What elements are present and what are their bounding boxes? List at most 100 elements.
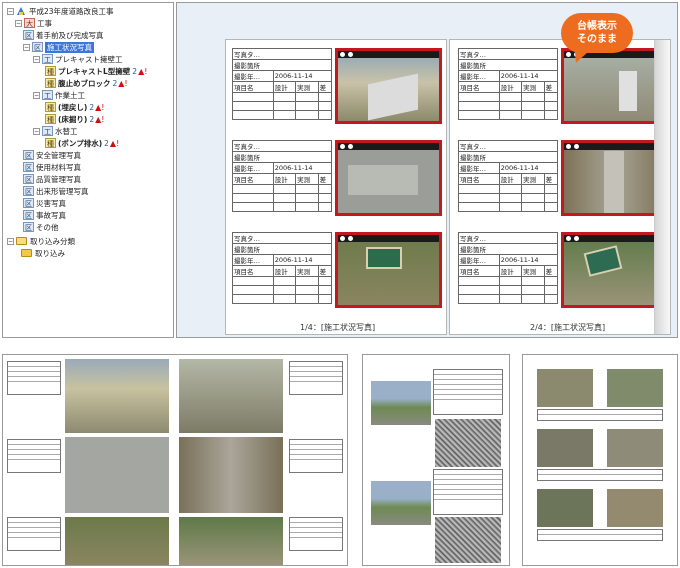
collapse-toggle[interactable]: − [15, 19, 22, 27]
photo-slot[interactable]: 写真タ… 撮影箇所 撮影年… 2006-11-14 項目名 設計 実測差 [458, 48, 668, 136]
warning-icon: ▲! [95, 102, 105, 112]
ledger-page-left[interactable]: 写真タ… 撮影箇所 撮影年… 2006-11-14 項目名 設計 実測差 写真タ… 撮… [225, 39, 447, 335]
tree-item-label: 取り込み [35, 248, 65, 258]
photo-info-form: 写真タ… 撮影箇所 撮影年… 2006-11-14 項目名 設計 実測差 [232, 48, 333, 120]
tree-item-dimensions[interactable]: 区出来形管理写真 [23, 185, 89, 197]
tree-item-other[interactable]: 区その他 [23, 221, 59, 233]
tree-item-label: 災害写真 [36, 198, 66, 208]
tree-item-import-group[interactable]: − 取り込み分類 [7, 235, 75, 247]
tree-item-excavation[interactable]: 種 (床掘り) 2 ▲! [45, 113, 105, 125]
tree-item-label: (埋戻し) [58, 102, 88, 112]
collapse-toggle[interactable]: − [7, 237, 14, 245]
tree-item-label: 品質管理写真 [36, 174, 81, 184]
tree-item-quality[interactable]: 区品質管理写真 [23, 173, 81, 185]
page-curl[interactable] [654, 40, 670, 334]
collapse-toggle[interactable]: − [33, 55, 40, 63]
tree-root[interactable]: − 平成23年度道路改良工事 [7, 5, 114, 17]
tree-item-label: 水替工 [55, 126, 78, 136]
callout-line2: そのまま [577, 34, 617, 45]
ledger-viewer: 写真タ… 撮影箇所 撮影年… 2006-11-14 項目名 設計 実測差 写真タ… 撮… [176, 2, 678, 338]
project-icon [17, 7, 25, 15]
site-photo [179, 517, 283, 565]
photo-info-form: 写真タ… 撮影箇所 撮影年… 2006-11-14 項目名 設計 実測差 [458, 140, 559, 212]
tree-item-work[interactable]: − 大 工事 [15, 17, 52, 29]
photo-count: 2 [89, 102, 95, 112]
section-tag-icon: 区 [23, 150, 34, 160]
section-tag-icon: 区 [32, 42, 43, 52]
mini-form [289, 361, 343, 395]
tree-item-pump[interactable]: 種 (ポンプ排水) 2 ▲! [45, 137, 119, 149]
map-image [435, 419, 501, 467]
photo-count: 2 [89, 114, 95, 124]
callout-line1: 台帳表示 [577, 21, 617, 32]
mini-form [433, 369, 503, 415]
site-photo [65, 359, 169, 433]
section-tag-icon: 区 [23, 198, 34, 208]
tree-item-label: (ポンプ排水) [58, 138, 103, 148]
site-photo [537, 369, 593, 407]
type-tag-icon: 種 [45, 114, 56, 124]
tree-item-label: 作業土工 [55, 90, 85, 100]
site-photo [65, 437, 169, 513]
ledger-page-right[interactable]: 写真タ… 撮影箇所 撮影年… 2006-11-14 項目名 設計 実測差 写真タ… 撮… [449, 39, 671, 335]
tree-item-disaster[interactable]: 区災害写真 [23, 197, 66, 209]
mini-form [289, 439, 343, 473]
collapse-toggle[interactable]: − [33, 127, 40, 135]
tree-item-label: 取り込み分類 [30, 236, 75, 246]
print-preview-grid [2, 354, 348, 566]
tree-item-earthwork[interactable]: − 工作業土工 [33, 89, 85, 101]
work-tag-icon: 工 [42, 126, 53, 136]
tree-item-backfill[interactable]: 種 (埋戻し) 2 ▲! [45, 101, 105, 113]
site-photo[interactable] [335, 140, 442, 216]
photo-slot[interactable]: 写真タ… 撮影箇所 撮影年… 2006-11-14 項目名 設計 実測差 [232, 140, 442, 228]
site-photo [179, 359, 283, 433]
section-tag-icon: 区 [23, 222, 34, 232]
collapse-toggle[interactable]: − [33, 91, 40, 99]
collapse-toggle[interactable]: − [23, 43, 30, 51]
tree-item-dewatering[interactable]: − 工水替工 [33, 125, 78, 137]
tree-item-import[interactable]: 取り込み [21, 247, 65, 259]
site-photo [371, 481, 431, 525]
tree-item-label: 安全管理写真 [36, 150, 81, 160]
tree-item-construction-status[interactable]: − 区施工状況写真 [23, 41, 94, 53]
photo-slot[interactable]: 写真タ… 撮影箇所 撮影年… 2006-11-14 項目名 設計 実測差 [232, 232, 442, 320]
site-photo[interactable] [561, 140, 668, 216]
tree-item-pre-completion[interactable]: 区着手前及び完成写真 [23, 29, 104, 41]
photo-count: 2 [112, 78, 118, 88]
section-tag-icon: 区 [23, 174, 34, 184]
callout-bubble: 台帳表示 そのまま [561, 13, 633, 53]
tree-item-label: 使用材料写真 [36, 162, 81, 172]
photo-slot[interactable]: 写真タ… 撮影箇所 撮影年… 2006-11-14 項目名 設計 実測差 [458, 140, 668, 228]
site-photo[interactable] [561, 232, 668, 308]
page-indicator: 1/4：[施工状況写真] [300, 323, 376, 332]
site-photo[interactable] [335, 48, 442, 124]
major-tag-icon: 大 [24, 18, 35, 28]
type-tag-icon: 種 [45, 102, 56, 112]
tree-item-accident[interactable]: 区事故写真 [23, 209, 66, 221]
mini-form [7, 439, 61, 473]
tree-item-block[interactable]: 種腹止めブロック 2 ▲! [45, 77, 128, 89]
folder-open-icon [16, 237, 27, 245]
tree-item-label: プレキャストL型擁壁 [58, 66, 131, 76]
tree-item-safety[interactable]: 区安全管理写真 [23, 149, 81, 161]
photo-slot[interactable]: 写真タ… 撮影箇所 撮影年… 2006-11-14 項目名 設計 実測差 [232, 48, 442, 136]
tree-root-label: 平成23年度道路改良工事 [29, 6, 114, 16]
mini-form [537, 529, 663, 541]
mini-form [7, 517, 61, 551]
mini-form [537, 469, 663, 481]
warning-icon: ▲! [95, 114, 105, 124]
photo-slot[interactable]: 写真タ… 撮影箇所 撮影年… 2006-11-14 項目名 設計 実測差 [458, 232, 668, 320]
photo-count: 2 [104, 138, 109, 148]
site-photo [537, 429, 593, 467]
site-photo[interactable] [335, 232, 442, 308]
print-preview-list [522, 354, 678, 566]
warning-icon: ▲! [118, 78, 128, 88]
section-tag-icon: 区 [23, 30, 34, 40]
tree-item-precast-l-wall[interactable]: 種プレキャストL型擁壁 2 ▲! [45, 65, 147, 77]
collapse-toggle[interactable]: − [7, 7, 14, 15]
work-tag-icon: 工 [42, 54, 53, 64]
tree-item-label: 工事 [37, 18, 52, 28]
print-preview-map [362, 354, 510, 566]
tree-item-precast-wall[interactable]: − 工プレキャスト擁壁工 [33, 53, 123, 65]
tree-item-materials[interactable]: 区使用材料写真 [23, 161, 81, 173]
